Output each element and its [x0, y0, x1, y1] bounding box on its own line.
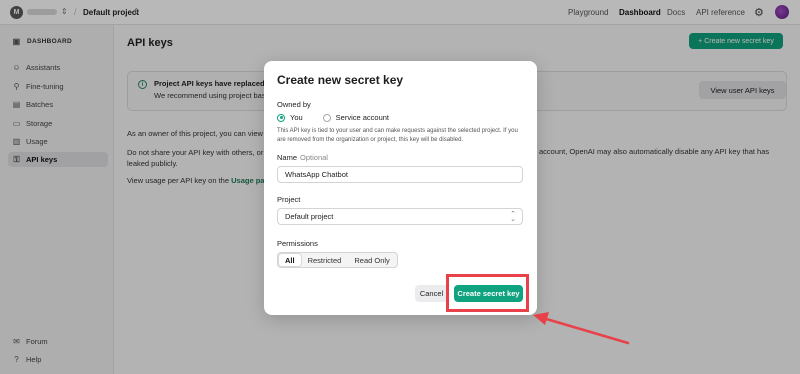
project-select[interactable]: Default project ⌃ ⌄ — [277, 208, 523, 225]
owner-radio-group: You Service account — [277, 113, 389, 122]
radio-service-account-label[interactable]: Service account — [336, 113, 389, 122]
permissions-label: Permissions — [277, 239, 318, 248]
chevron-updown-icon: ⌃ ⌄ — [510, 211, 516, 223]
key-name-input[interactable] — [277, 166, 523, 183]
permissions-segmented-control: All Restricted Read Only — [277, 252, 398, 268]
radio-you[interactable] — [277, 113, 285, 122]
radio-service-account[interactable] — [322, 113, 331, 122]
permission-read-only[interactable]: Read Only — [348, 254, 395, 266]
dialog-title: Create new secret key — [277, 73, 404, 87]
permission-all[interactable]: All — [279, 254, 301, 266]
name-label: Name Optional — [277, 153, 328, 162]
radio-you-label[interactable]: You — [290, 113, 303, 122]
owner-help-text: This API key is tied to your user and ca… — [277, 128, 518, 143]
owned-by-label: Owned by — [277, 100, 311, 109]
cancel-button[interactable]: Cancel — [415, 285, 448, 302]
permission-restricted[interactable]: Restricted — [302, 254, 348, 266]
annotation-highlight-box — [446, 274, 529, 312]
project-label: Project — [277, 195, 301, 204]
optional-hint: Optional — [300, 153, 328, 162]
